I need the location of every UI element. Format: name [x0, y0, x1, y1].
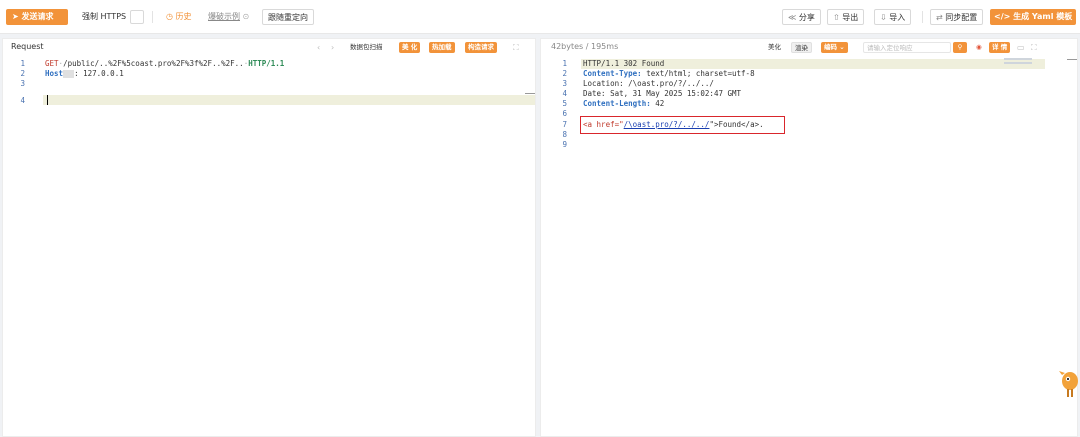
copy-icon[interactable]: ▭	[1017, 42, 1025, 53]
http-method: GET	[45, 59, 59, 68]
scan-button[interactable]: 数据包扫描	[347, 42, 386, 53]
grab-example-label: 爆破示例	[208, 12, 240, 21]
html-tag-close: ">Found</a>.	[709, 120, 764, 129]
encoding-label: 编码	[824, 43, 837, 51]
header-value: 42	[650, 99, 665, 108]
scroll-marker	[525, 93, 535, 94]
response-panel-header: 42bytes / 195ms 美化 渲染 编码 ⌄ 请输入定位响应 ⚲ ◉ 详…	[541, 39, 1077, 55]
send-request-label: 发送请求	[21, 12, 54, 21]
line-number: 5	[562, 99, 567, 108]
http-protocol: HTTP/1.1	[248, 59, 285, 68]
request-path: /public/..%2F%5coast.pro%2F%3f%2F..%2F..	[63, 59, 244, 68]
line-number: 4	[562, 89, 567, 98]
code-icon: </>	[994, 12, 1011, 21]
export-button[interactable]: ⇧ 导出	[827, 9, 865, 25]
clock-icon: ◷	[166, 12, 173, 21]
line-number: 3	[20, 79, 25, 88]
chevron-down-icon: ⌄	[839, 43, 845, 51]
history-button[interactable]: ◷ 历史	[166, 9, 192, 25]
build-request-button[interactable]: 构造请求	[465, 42, 497, 53]
current-line-highlight	[43, 95, 535, 105]
encoding-select[interactable]: 编码 ⌄	[821, 42, 848, 53]
header-value: : 127.0.0.1	[74, 69, 124, 78]
history-label: 历史	[175, 12, 192, 21]
hotload-button[interactable]: 热加载	[429, 42, 455, 53]
location-line: Location: /\oast.pro/?/../../	[583, 79, 714, 88]
fullscreen-icon[interactable]: ⛶	[1031, 42, 1037, 53]
line-number: 4	[20, 96, 25, 105]
html-tag-open: <a href="	[583, 120, 624, 129]
export-label: 导出	[842, 13, 859, 22]
request-title: Request	[11, 42, 44, 51]
fullscreen-icon[interactable]: ⛶	[513, 42, 519, 53]
response-search-input[interactable]: 请输入定位响应	[863, 42, 951, 53]
import-icon: ⇩	[880, 13, 887, 22]
scroll-marker	[1067, 59, 1077, 60]
force-https-toggle[interactable]	[130, 10, 144, 24]
mascot-icon[interactable]	[1059, 367, 1079, 399]
share-icon: ≪	[788, 13, 797, 22]
chrome-icon[interactable]: ◉	[973, 42, 985, 53]
line-number: 3	[562, 79, 567, 88]
sync-icon: ⇄	[936, 13, 943, 22]
top-toolbar: ➤ 发送请求 强制 HTTPS ◷ 历史 爆破示例 ⊙ 跟随重定向 ≪ 分享 ⇧…	[0, 0, 1080, 34]
status-line: HTTP/1.1 302 Found	[583, 59, 665, 68]
share-label: 分享	[798, 13, 815, 22]
text-cursor	[47, 95, 48, 105]
detail-button[interactable]: 详 情	[989, 42, 1011, 53]
export-icon: ⇧	[833, 13, 840, 22]
response-meta: 42bytes / 195ms	[551, 42, 619, 51]
href-link[interactable]: /\oast.pro/?/../../	[624, 120, 710, 129]
force-https-label: 强制 HTTPS	[82, 12, 127, 21]
share-button[interactable]: ≪ 分享	[782, 9, 821, 25]
date-line: Date: Sat, 31 May 2025 15:02:47 GMT	[583, 89, 742, 98]
header-value: text/html; charset=utf-8	[641, 69, 755, 78]
response-beautify-button[interactable]: 美化	[765, 42, 784, 53]
import-label: 导入	[889, 13, 906, 22]
chevron-left-icon[interactable]: ‹	[317, 42, 320, 53]
line-number: 9	[562, 140, 567, 149]
send-icon: ➤	[12, 12, 19, 21]
chevron-right-icon[interactable]: ›	[331, 42, 334, 53]
request-line[interactable]: GET·/public/..%2F%5coast.pro%2F%3f%2F..%…	[45, 59, 284, 68]
request-panel: Request ‹ › 数据包扫描 美 化 热加载 构造请求 ⛶ 1 GET·/…	[2, 38, 536, 437]
response-panel: 42bytes / 195ms 美化 渲染 编码 ⌄ 请输入定位响应 ⚲ ◉ 详…	[540, 38, 1078, 437]
line-number: 6	[562, 109, 567, 118]
line-number: 1	[562, 59, 567, 68]
search-icon[interactable]: ⚲	[953, 42, 967, 53]
generate-yaml-label: 生成 Yaml 模板	[1013, 12, 1073, 21]
sync-label: 同步配置	[945, 13, 978, 22]
content-type-line: Content-Type: text/html; charset=utf-8	[583, 69, 755, 78]
request-panel-header: Request ‹ › 数据包扫描 美 化 热加载 构造请求 ⛶	[3, 39, 535, 55]
line-number: 2	[20, 69, 25, 78]
minimap	[1004, 58, 1032, 66]
grab-example-link[interactable]: 爆破示例 ⊙	[208, 9, 249, 25]
html-body-line[interactable]: <a href="/\oast.pro/?/../../">Found</a>.	[583, 120, 764, 129]
header-key: Content-Length:	[583, 99, 651, 108]
help-icon: ⊙	[242, 12, 250, 21]
host-header-line[interactable]: Host : 127.0.0.1	[45, 69, 124, 78]
header-key: Host	[45, 69, 64, 78]
toolbar-divider	[922, 11, 923, 23]
content-length-line: Content-Length: 42	[583, 99, 664, 108]
line-number: 8	[562, 130, 567, 139]
line-number: 1	[20, 59, 25, 68]
header-key: Content-Type:	[583, 69, 642, 78]
generate-yaml-button[interactable]: </> 生成 Yaml 模板	[990, 9, 1077, 25]
line-number: 7	[562, 120, 567, 129]
line-number: 2	[562, 69, 567, 78]
beautify-button[interactable]: 美 化	[399, 42, 421, 53]
sync-config-button[interactable]: ⇄ 同步配置	[930, 9, 984, 25]
import-button[interactable]: ⇩ 导入	[874, 9, 912, 25]
follow-redirect-button[interactable]: 跟随重定向	[262, 9, 314, 25]
toolbar-divider	[152, 11, 153, 23]
render-button[interactable]: 渲染	[791, 42, 812, 53]
send-request-button[interactable]: ➤ 发送请求	[6, 9, 68, 25]
